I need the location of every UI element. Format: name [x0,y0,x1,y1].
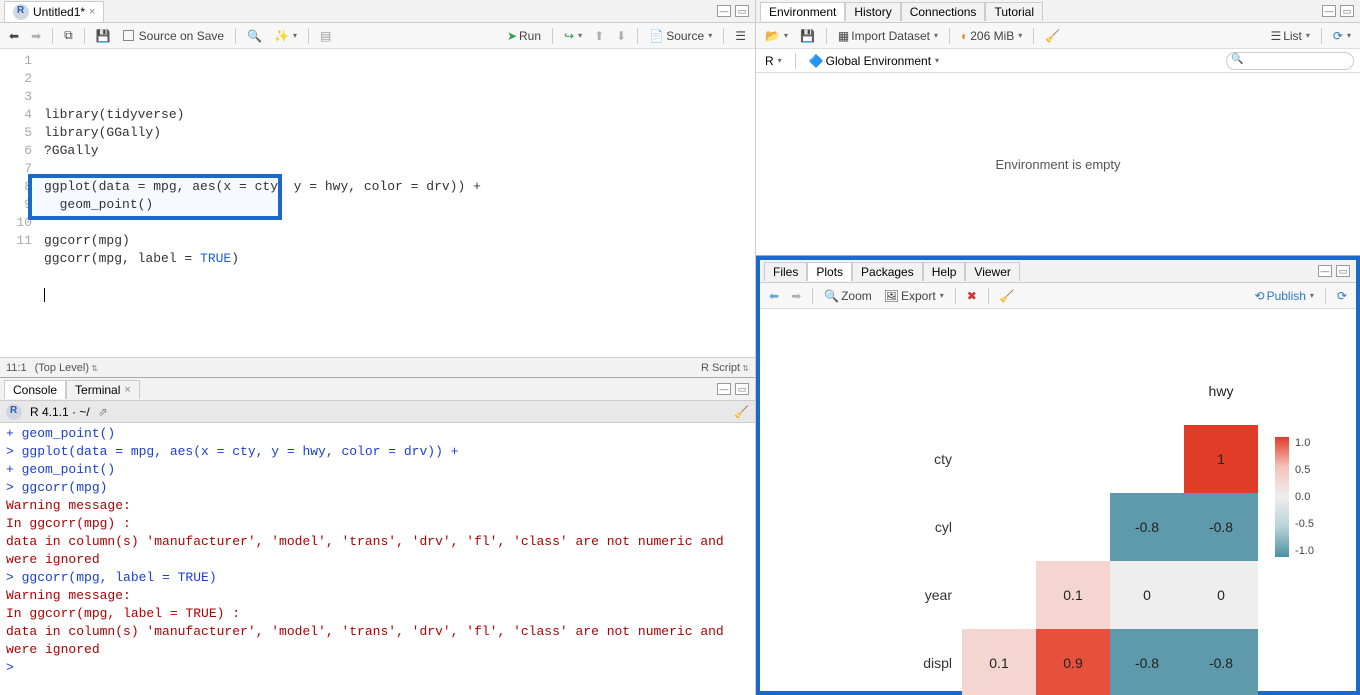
minimize-pane-icon[interactable]: — [717,5,731,17]
wand-icon[interactable]: ✨ [271,28,300,44]
export-button[interactable]: 🖼 Export [881,288,947,304]
rerun-icon[interactable]: ↪ [561,28,585,44]
tab-connections[interactable]: Connections [901,2,986,21]
language-selector[interactable]: R [762,53,785,69]
find-icon[interactable]: 🔍 [244,28,265,44]
run-button[interactable]: ➤ Run [504,28,544,44]
refresh-plot-icon[interactable]: ⟳ [1334,288,1350,304]
plot-next-icon[interactable]: ➡ [788,288,804,304]
outline-icon[interactable]: ☰ [732,28,749,44]
plot-legend: 1.00.50.0-0.5-1.0 [1275,437,1314,557]
remove-plot-icon[interactable]: ✖ [964,288,980,304]
notebook-icon[interactable]: ▤ [317,28,334,44]
source-toolbar: ⬅ ➡ ⧉ 💾 Source on Save 🔍 ✨ ▤ ➤ Run ↪ ⬆ ⬇… [0,23,755,49]
console-info: R 4.1.1 · ~/ [30,405,90,419]
tab-files[interactable]: Files [764,262,807,281]
terminal-tab[interactable]: Terminal× [66,380,140,399]
close-icon[interactable]: × [89,6,95,18]
maximize-pane-icon[interactable]: ▭ [735,383,749,395]
tab-environment[interactable]: Environment [760,2,845,21]
save-icon[interactable]: 💾 [93,28,114,44]
tab-tutorial[interactable]: Tutorial [985,2,1043,21]
maximize-pane-icon[interactable]: ▭ [735,5,749,17]
down-icon[interactable]: ⬇ [613,28,629,44]
publish-button[interactable]: ⟲ Publish [1252,288,1317,304]
close-icon[interactable]: × [124,384,130,396]
minimize-pane-icon[interactable]: — [1318,265,1332,277]
rscript-icon [13,4,29,20]
back-icon[interactable]: ⬅ [6,28,22,44]
forward-icon[interactable]: ➡ [28,28,44,44]
env-search-input[interactable] [1226,52,1354,70]
show-in-new-window-icon[interactable]: ⧉ [61,27,76,44]
load-icon[interactable]: 📂 [762,28,791,44]
source-tab-title: Untitled1* [33,5,85,19]
env-empty-message: Environment is empty [756,73,1360,255]
minimize-pane-icon[interactable]: — [1322,5,1336,17]
code-highlight [28,174,282,220]
import-dataset-button[interactable]: ▦ Import Dataset [835,28,941,44]
r-logo-icon [6,404,22,420]
zoom-button[interactable]: 🔍 Zoom [821,288,875,304]
tab-help[interactable]: Help [923,262,966,281]
console-output[interactable]: + geom_point()> ggplot(data = mpg, aes(x… [0,423,755,695]
minimize-pane-icon[interactable]: — [717,383,731,395]
maximize-pane-icon[interactable]: ▭ [1336,265,1350,277]
plot-prev-icon[interactable]: ⬅ [766,288,782,304]
filetype-selector[interactable]: R Script [701,362,749,374]
tab-viewer[interactable]: Viewer [965,262,1019,281]
maximize-pane-icon[interactable]: ▭ [1340,5,1354,17]
scope-selector[interactable]: 🔷 Global Environment [806,53,942,69]
clear-plots-icon[interactable]: 🧹 [997,288,1018,304]
goto-wd-icon[interactable]: ⇗ [98,405,108,419]
source-tab[interactable]: Untitled1* × [4,1,104,22]
cursor-position: 11:1 [6,362,27,374]
view-mode-selector[interactable]: ☰ List [1267,28,1312,44]
source-on-save-checkbox[interactable]: Source on Save [120,28,227,44]
plot-canvas: hwycty1cyl-0.8-0.8year0.100displ0.10.9-0… [760,309,1356,691]
save-env-icon[interactable]: 💾 [797,28,818,44]
tab-plots[interactable]: Plots [807,262,852,281]
scope-selector[interactable]: (Top Level) [35,362,98,374]
source-button[interactable]: 📄 Source [646,28,715,44]
clear-env-icon[interactable]: 🧹 [1042,28,1063,44]
tab-history[interactable]: History [845,2,900,21]
memory-indicator[interactable]: ◐ 206 MiB [958,28,1025,44]
up-icon[interactable]: ⬆ [591,28,607,44]
source-editor[interactable]: 1234567891011 library(tidyverse)library(… [0,49,755,357]
refresh-icon[interactable]: ⟳ [1330,28,1354,44]
console-tab[interactable]: Console [4,380,66,399]
clear-console-icon[interactable]: 🧹 [734,405,749,419]
tab-packages[interactable]: Packages [852,262,923,281]
